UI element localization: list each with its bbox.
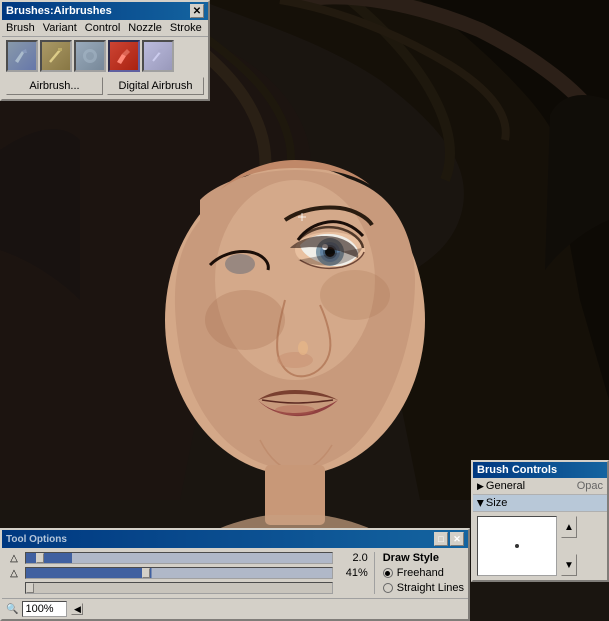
brush-panel: Brushes:Airbrushes ✕ Brush Variant Contr…	[0, 0, 210, 101]
brush-icons-row	[2, 37, 208, 75]
size-increase-btn[interactable]: ▲	[561, 516, 577, 538]
brush-icon-5[interactable]	[142, 40, 174, 72]
brush-icon-3[interactable]	[74, 40, 106, 72]
titlebar-buttons: □ ✕	[434, 532, 464, 546]
straight-lines-label: Straight Lines	[397, 582, 464, 594]
size-slider-row: △ 2.0	[6, 552, 368, 564]
brush-panel-close[interactable]: ✕	[190, 4, 204, 18]
tool-options-titlebar[interactable]: Tool Options □ ✕	[2, 530, 468, 548]
extra-thumb[interactable]	[26, 583, 34, 593]
opacity-slider-row: △ 41%	[6, 567, 368, 579]
menu-nozzle[interactable]: Nozzle	[128, 22, 162, 34]
brush-label-digital[interactable]: Digital Airbrush	[107, 77, 204, 95]
draw-style-section: Draw Style Freehand Straight Lines	[374, 552, 464, 594]
opacity-value: 41%	[336, 567, 368, 579]
brush-panel-menu: Brush Variant Control Nozzle Stroke	[2, 20, 208, 37]
menu-control[interactable]: Control	[85, 22, 120, 34]
menu-stroke[interactable]: Stroke	[170, 22, 202, 34]
extra-slider-row: △	[6, 582, 368, 594]
straight-lines-option[interactable]: Straight Lines	[383, 582, 464, 594]
size-canvas	[477, 516, 557, 576]
size-dot	[515, 544, 519, 548]
brush-icon-2[interactable]	[40, 40, 72, 72]
freehand-label: Freehand	[397, 567, 444, 579]
straight-lines-radio[interactable]	[383, 583, 393, 593]
size-thumb[interactable]	[36, 553, 44, 563]
brush-controls-title: Brush Controls	[477, 464, 557, 476]
opacity-icon: △	[6, 568, 22, 579]
size-label: Size	[486, 497, 601, 509]
brush-controls-titlebar[interactable]: Brush Controls	[473, 462, 607, 478]
size-value: 2.0	[336, 552, 368, 564]
brush-controls-panel: Brush Controls ▶ General Opac ▶ Size ▲ ▼	[471, 460, 609, 582]
size-row[interactable]: ▶ Size	[473, 495, 607, 512]
general-right: Opac	[577, 480, 603, 492]
tool-options-panel: Tool Options □ ✕ △ 2.0 △ 41%	[0, 528, 470, 621]
brush-labels-row: Airbrush... Digital Airbrush	[2, 75, 208, 99]
menu-brush[interactable]: Brush	[6, 22, 35, 34]
general-row[interactable]: ▶ General Opac	[473, 478, 607, 495]
tool-options-title: Tool Options	[6, 534, 67, 545]
zoom-icon: 🔍	[6, 604, 18, 615]
freehand-radio[interactable]	[383, 568, 393, 578]
close-button[interactable]: ✕	[450, 532, 464, 546]
opacity-thumb[interactable]	[142, 568, 150, 578]
general-label: General	[486, 480, 575, 492]
tool-bottom-bar: 🔍 100% ◀	[2, 598, 468, 619]
menu-variant[interactable]: Variant	[43, 22, 77, 34]
size-arrows: ▲ ▼	[561, 516, 577, 576]
extra-slider[interactable]	[25, 582, 333, 594]
size-decrease-btn[interactable]: ▼	[561, 554, 577, 576]
tool-options-controls: △ 2.0 △ 41% △	[2, 548, 468, 598]
opacity-slider[interactable]	[25, 567, 333, 579]
draw-style-label: Draw Style	[383, 552, 464, 564]
zoom-display[interactable]: 100%	[22, 601, 67, 617]
brush-panel-titlebar[interactable]: Brushes:Airbrushes ✕	[2, 2, 208, 20]
zoom-scroll-button[interactable]: ◀	[71, 603, 83, 615]
brush-label-airbrush[interactable]: Airbrush...	[6, 77, 103, 95]
sliders-section: △ 2.0 △ 41% △	[6, 552, 368, 594]
size-preview: ▲ ▼	[473, 512, 607, 580]
size-icon: △	[6, 553, 22, 564]
collapse-button[interactable]: □	[434, 532, 448, 546]
size-arrow: ▶	[475, 500, 486, 507]
freehand-option[interactable]: Freehand	[383, 567, 464, 579]
brush-icon-1[interactable]	[6, 40, 38, 72]
brush-icon-4[interactable]	[108, 40, 140, 72]
general-arrow: ▶	[477, 481, 484, 492]
brush-panel-title: Brushes:Airbrushes	[6, 5, 112, 17]
size-slider[interactable]	[25, 552, 333, 564]
